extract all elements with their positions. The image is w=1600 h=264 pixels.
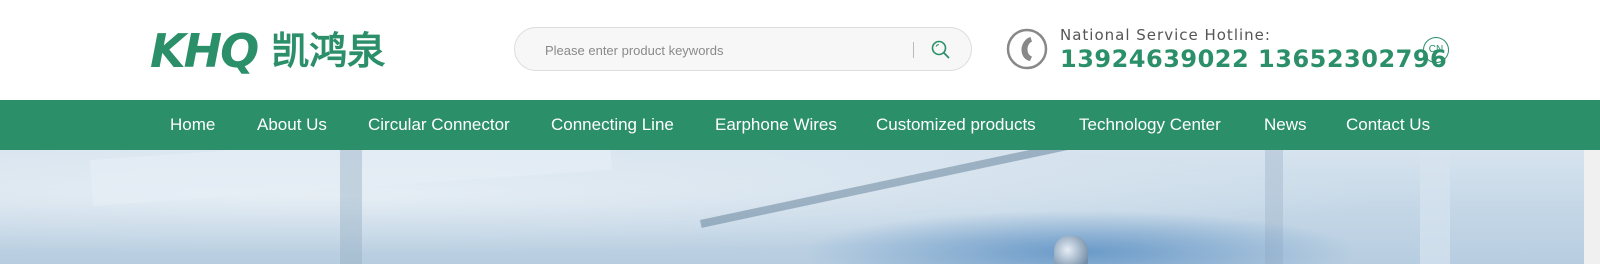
hotline-label: National Service Hotline: — [1060, 26, 1271, 44]
search-input[interactable] — [543, 28, 887, 72]
nav-item-about-us[interactable]: About Us — [257, 100, 327, 150]
hotline-numbers: 13924639022 13652302796 — [1060, 45, 1448, 73]
hero-banner-image — [0, 150, 1584, 264]
nav-item-earphone-wires[interactable]: Earphone Wires — [715, 100, 837, 150]
nav-item-home[interactable]: Home — [170, 100, 215, 150]
search-button[interactable] — [929, 38, 953, 62]
nav-item-customized-products[interactable]: Customized products — [876, 100, 1036, 150]
search-bar — [514, 27, 972, 72]
search-icon — [931, 40, 950, 59]
nav-item-contact-us[interactable]: Contact Us — [1346, 100, 1430, 150]
nav-item-news[interactable]: News — [1264, 100, 1307, 150]
logo-mark: KHQ — [150, 24, 259, 78]
phone-icon — [1006, 28, 1048, 70]
logo-chinese-name: 凯鸿泉 — [271, 29, 386, 73]
nav-item-technology-center[interactable]: Technology Center — [1079, 100, 1221, 150]
language-switch[interactable]: CN — [1423, 37, 1449, 63]
nav-item-connecting-line[interactable]: Connecting Line — [551, 100, 674, 150]
main-navigation: Home About Us Circular Connector Connect… — [0, 100, 1600, 150]
nav-item-circular-connector[interactable]: Circular Connector — [368, 100, 510, 150]
page-scrollbar[interactable] — [1584, 150, 1600, 264]
search-divider — [913, 42, 914, 58]
site-header: KHQ 凯鸿泉 National Service Hotline: 139246… — [0, 0, 1600, 100]
logo[interactable]: KHQ 凯鸿泉 — [150, 28, 385, 74]
